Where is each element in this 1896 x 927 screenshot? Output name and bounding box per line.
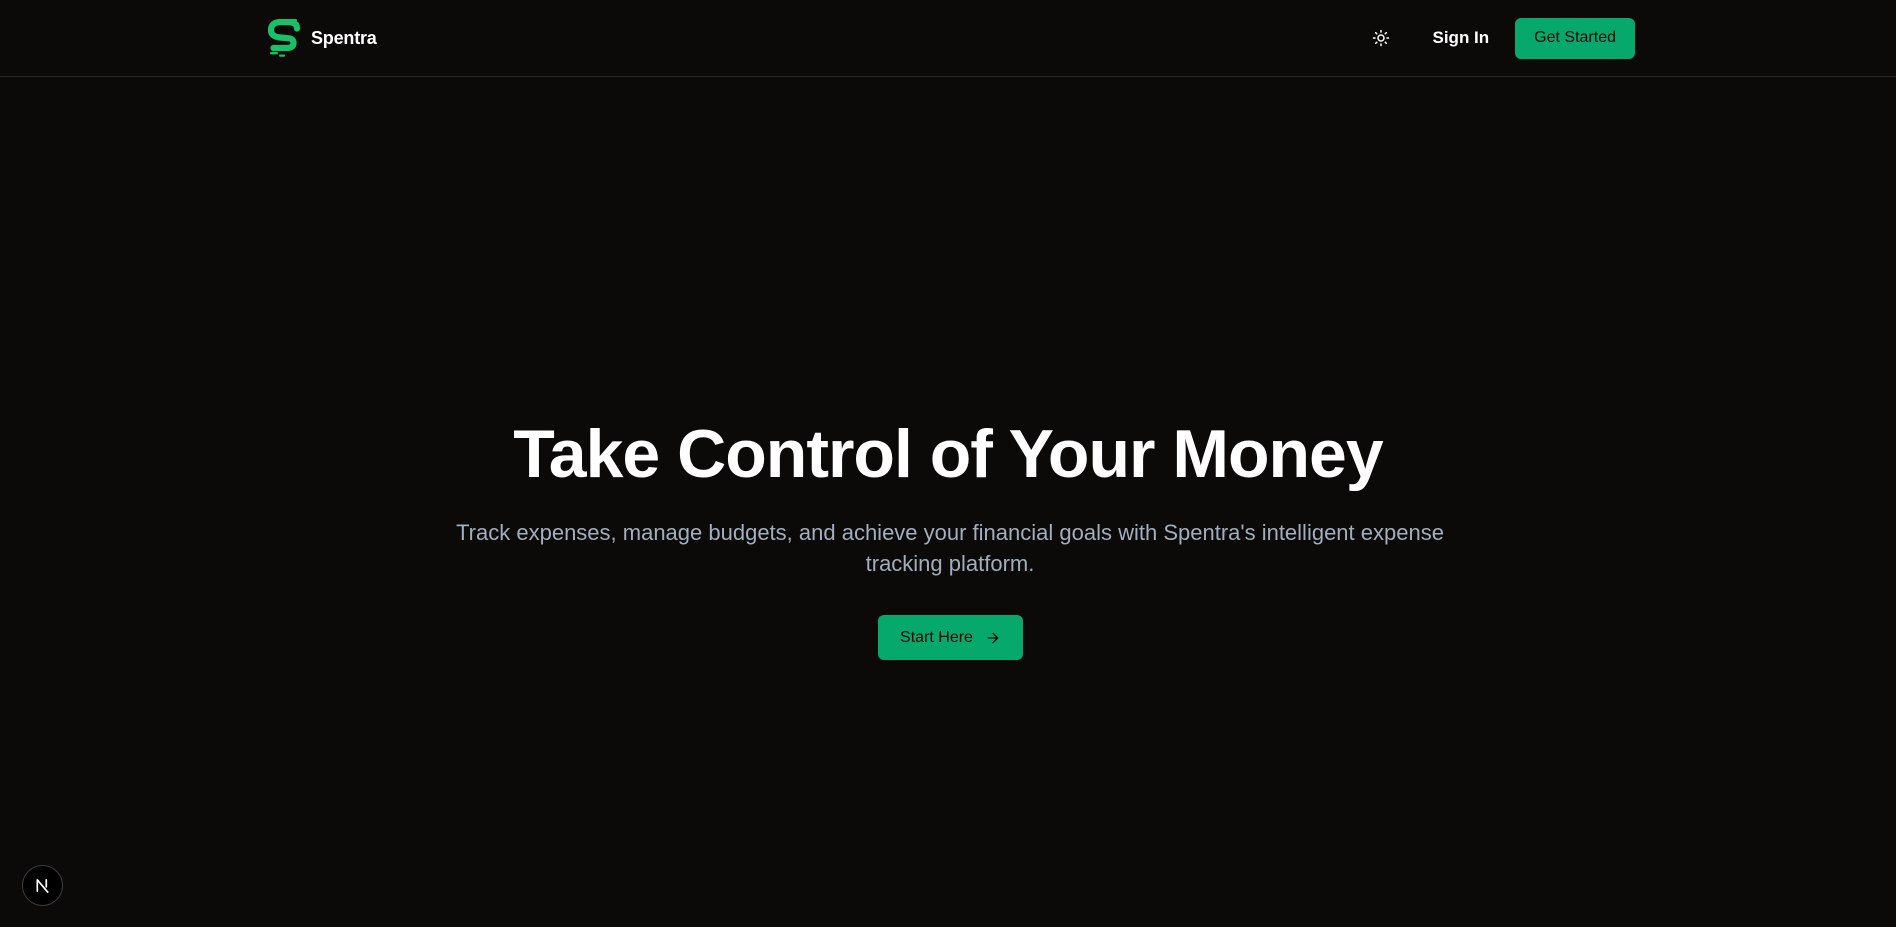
sun-icon — [1372, 29, 1389, 47]
start-here-label: Start Here — [900, 628, 973, 646]
top-nav: Spentra Sign In Get Started — [0, 0, 1896, 77]
spentra-logo-icon — [268, 19, 301, 57]
nextjs-icon — [36, 878, 49, 893]
top-nav-inner: Spentra Sign In Get Started — [268, 0, 1635, 76]
sign-in-link[interactable]: Sign In — [1419, 20, 1504, 56]
brand-name: Spentra — [311, 27, 377, 48]
brand-link[interactable]: Spentra — [268, 19, 377, 57]
hero-title: Take Control of Your Money — [513, 416, 1383, 492]
theme-toggle-button[interactable] — [1363, 20, 1399, 56]
nextjs-dev-badge[interactable] — [22, 865, 63, 906]
hero-section: Take Control of Your Money Track expense… — [0, 77, 1896, 927]
hero-subtitle: Track expenses, manage budgets, and achi… — [456, 520, 1444, 576]
arrow-right-icon — [987, 632, 999, 643]
get-started-button[interactable]: Get Started — [1515, 17, 1635, 59]
start-here-button[interactable]: Start Here — [878, 615, 1023, 660]
page: Spentra Sign In Get Started Take Control… — [0, 0, 1896, 927]
nav-actions: Sign In Get Started — [1363, 17, 1635, 59]
